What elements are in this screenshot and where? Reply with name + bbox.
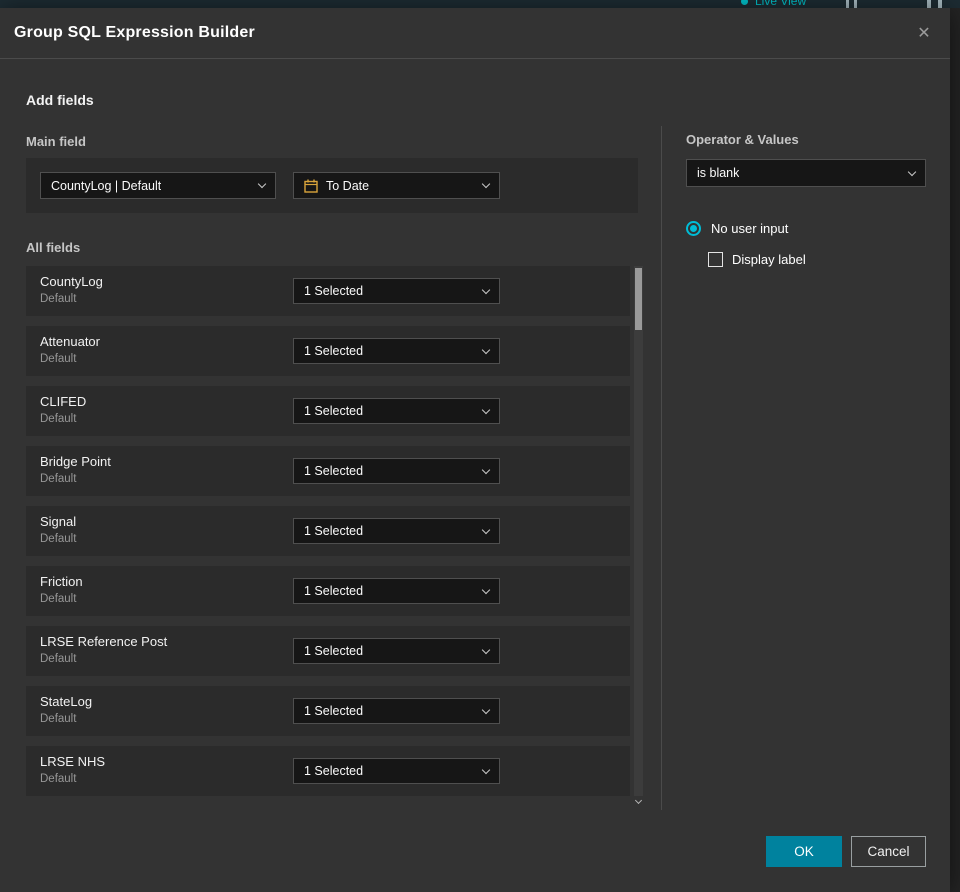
chevron-down-icon (481, 345, 491, 354)
field-subtitle: Default (40, 293, 77, 305)
field-selected-dropdown[interactable]: 1 Selected (293, 398, 500, 424)
display-label-checkbox[interactable] (708, 252, 723, 267)
field-selected-dropdown[interactable]: 1 Selected (293, 458, 500, 484)
field-name: CLIFED (40, 394, 87, 409)
scrollbar-thumb[interactable] (635, 268, 642, 330)
display-label-text: Display label (732, 252, 806, 267)
chevron-down-icon (481, 705, 491, 714)
field-selected-dropdown[interactable]: 1 Selected (293, 758, 500, 784)
cancel-button[interactable]: Cancel (851, 836, 926, 867)
field-list-item: Bridge Point Default 1 Selected (26, 446, 630, 496)
field-list-item: LRSE NHS Default 1 Selected (26, 746, 630, 796)
field-subtitle: Default (40, 473, 77, 485)
field-name: StateLog (40, 694, 93, 709)
field-subtitle: Default (40, 413, 77, 425)
calendar-icon (304, 179, 318, 193)
field-selected-dropdown[interactable]: 1 Selected (293, 698, 500, 724)
chevron-down-icon (634, 796, 643, 805)
field-selected-value: 1 Selected (304, 344, 364, 358)
field-selected-value: 1 Selected (304, 464, 364, 478)
ok-button[interactable]: OK (766, 836, 842, 867)
field-selected-value: 1 Selected (304, 704, 364, 718)
main-field-label: Main field (26, 134, 86, 149)
field-selected-dropdown[interactable]: 1 Selected (293, 638, 500, 664)
chevron-down-icon (481, 765, 491, 774)
no-user-input-label: No user input (711, 221, 789, 236)
close-icon[interactable]: ✕ (912, 21, 936, 45)
field-subtitle: Default (40, 773, 77, 785)
field-selected-value: 1 Selected (304, 644, 364, 658)
field-subtitle: Default (40, 353, 77, 365)
field-subtitle: Default (40, 533, 77, 545)
field-subtitle: Default (40, 593, 77, 605)
operator-select-value: is blank (697, 166, 740, 180)
field-name: LRSE NHS (40, 754, 106, 769)
field-selected-value: 1 Selected (304, 284, 364, 298)
radio-selected-icon[interactable] (686, 221, 701, 236)
main-field-select-value: CountyLog | Default (51, 178, 162, 193)
field-selected-dropdown[interactable]: 1 Selected (293, 578, 500, 604)
field-name: LRSE Reference Post (40, 634, 168, 649)
chevron-down-icon (481, 525, 491, 534)
live-view-label: Live View (755, 0, 807, 8)
date-field-select[interactable]: To Date (293, 172, 500, 199)
field-name: Friction (40, 574, 83, 589)
field-selected-value: 1 Selected (304, 524, 364, 538)
chevron-down-icon (481, 285, 491, 294)
field-name: CountyLog (40, 274, 103, 289)
main-field-panel: CountyLog | Default To Date (26, 158, 638, 213)
live-view-status: Live View (741, 0, 806, 8)
field-selected-value: 1 Selected (304, 764, 364, 778)
field-name: Signal (40, 514, 77, 529)
column-divider (661, 126, 662, 810)
field-selected-dropdown[interactable]: 1 Selected (293, 278, 500, 304)
group-sql-expression-builder-dialog: Group SQL Expression Builder ✕ Add field… (0, 8, 950, 892)
operator-select[interactable]: is blank (686, 159, 926, 187)
dialog-title: Group SQL Expression Builder (14, 24, 255, 41)
field-selected-dropdown[interactable]: 1 Selected (293, 518, 500, 544)
field-selected-value: 1 Selected (304, 404, 364, 418)
all-fields-list: CountyLog Default 1 Selected Attenuator … (26, 266, 630, 796)
field-list-item: Attenuator Default 1 Selected (26, 326, 630, 376)
chevron-down-icon (907, 167, 917, 176)
no-user-input-option: No user input (686, 221, 788, 236)
field-selected-dropdown[interactable]: 1 Selected (293, 338, 500, 364)
field-list-item: StateLog Default 1 Selected (26, 686, 630, 736)
field-list-item: LRSE Reference Post Default 1 Selected (26, 626, 630, 676)
scrollbar-down-button[interactable] (634, 796, 643, 807)
chevron-down-icon (481, 405, 491, 414)
field-name: Attenuator (40, 334, 100, 349)
app-top-bar: Live View (0, 0, 960, 8)
field-subtitle: Default (40, 713, 77, 725)
field-subtitle: Default (40, 653, 77, 665)
add-fields-heading: Add fields (26, 92, 94, 108)
field-list-item: CountyLog Default 1 Selected (26, 266, 630, 316)
dialog-header: Group SQL Expression Builder ✕ (0, 8, 950, 59)
display-label-option: Display label (708, 252, 806, 267)
field-list-item: Signal Default 1 Selected (26, 506, 630, 556)
live-dot-icon (741, 0, 748, 5)
chevron-down-icon (481, 645, 491, 654)
field-list-item: CLIFED Default 1 Selected (26, 386, 630, 436)
field-name: Bridge Point (40, 454, 111, 469)
pause-bars-icon-2 (927, 0, 942, 8)
main-field-select[interactable]: CountyLog | Default (40, 172, 276, 199)
fields-scrollbar[interactable] (634, 266, 643, 796)
chevron-down-icon (481, 179, 491, 189)
pause-bars-icon (846, 0, 857, 8)
all-fields-label: All fields (26, 240, 81, 255)
date-field-select-value: To Date (326, 178, 370, 193)
operator-values-label: Operator & Values (686, 132, 799, 147)
chevron-down-icon (481, 465, 491, 474)
field-selected-value: 1 Selected (304, 584, 364, 598)
chevron-down-icon (481, 585, 491, 594)
chevron-down-icon (257, 179, 267, 189)
field-list-item: Friction Default 1 Selected (26, 566, 630, 616)
